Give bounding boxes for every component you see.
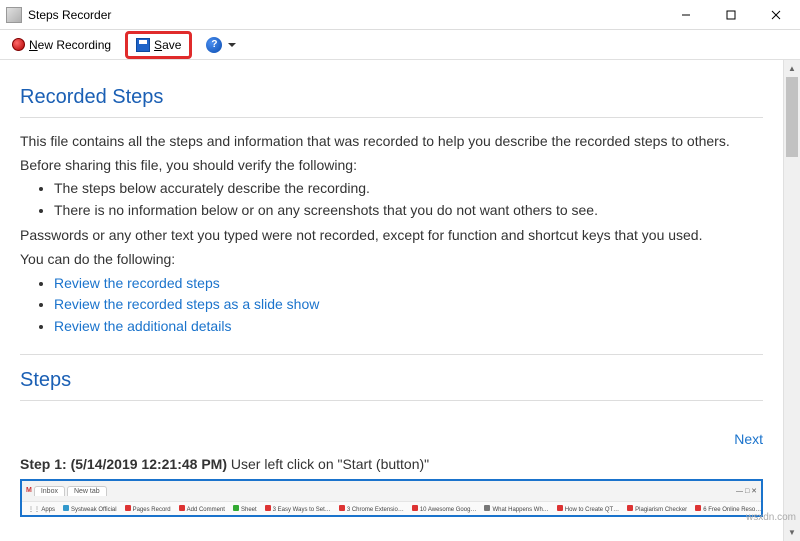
intro-bullet: There is no information below or on any … [54, 201, 763, 221]
help-icon: ? [206, 37, 222, 53]
intro-text: This file contains all the steps and inf… [20, 132, 763, 152]
intro-text: Passwords or any other text you typed we… [20, 226, 763, 246]
titlebar: Steps Recorder [0, 0, 800, 30]
divider [20, 354, 763, 355]
content-pane: Recorded Steps This file contains all th… [0, 60, 783, 541]
new-recording-button[interactable]: New Recording [6, 35, 117, 55]
review-steps-link[interactable]: Review the recorded steps [54, 275, 220, 291]
vertical-scrollbar[interactable]: ▲ ▼ [783, 60, 800, 541]
review-slideshow-link[interactable]: Review the recorded steps as a slide sho… [54, 296, 319, 312]
step-1-header: Step 1: (5/14/2019 12:21:48 PM) User lef… [20, 455, 763, 475]
record-icon [12, 38, 25, 51]
maximize-button[interactable] [708, 1, 753, 29]
maximize-icon [726, 10, 736, 20]
screenshot-browser-chrome: M Inbox New tab — □ ✕ [22, 481, 761, 501]
scroll-thumb[interactable] [786, 77, 798, 157]
step-action: User left click on "Start (button)" [231, 456, 429, 472]
toolbar: New Recording Save ? [0, 30, 800, 60]
list-item: Review the recorded steps [54, 274, 763, 294]
minimize-icon [681, 10, 691, 20]
save-highlight-annotation: Save [125, 31, 192, 59]
step-1-screenshot[interactable]: M Inbox New tab — □ ✕ ⋮⋮ Apps Systweak O… [20, 479, 763, 517]
divider [20, 117, 763, 118]
intro-text: Before sharing this file, you should ver… [20, 156, 763, 176]
minimize-button[interactable] [663, 1, 708, 29]
list-item: Review the recorded steps as a slide sho… [54, 295, 763, 315]
window-title: Steps Recorder [28, 8, 111, 22]
app-icon [6, 7, 22, 23]
scroll-up-button[interactable]: ▲ [784, 60, 800, 77]
steps-heading: Steps [20, 369, 763, 392]
save-button[interactable]: Save [132, 36, 185, 54]
step-label: Step 1: [20, 456, 67, 472]
save-label: Save [154, 38, 181, 52]
help-dropdown[interactable]: ? [200, 34, 242, 56]
recorded-steps-heading: Recorded Steps [20, 86, 763, 109]
chevron-down-icon [228, 43, 236, 47]
intro-bullet: The steps below accurately describe the … [54, 179, 763, 199]
close-button[interactable] [753, 1, 798, 29]
watermark: wsxdn.com [746, 512, 796, 523]
scroll-down-button[interactable]: ▼ [784, 524, 800, 541]
list-item: Review the additional details [54, 317, 763, 337]
review-details-link[interactable]: Review the additional details [54, 318, 231, 334]
screenshot-bookmarks-bar: ⋮⋮ Apps Systweak Official Pages Record A… [22, 501, 761, 517]
next-link[interactable]: Next [734, 431, 763, 447]
intro-text: You can do the following: [20, 250, 763, 270]
divider [20, 400, 763, 401]
save-icon [136, 38, 150, 52]
step-timestamp: (5/14/2019 12:21:48 PM) [71, 456, 227, 472]
new-recording-label: New Recording [29, 38, 111, 52]
close-icon [771, 10, 781, 20]
